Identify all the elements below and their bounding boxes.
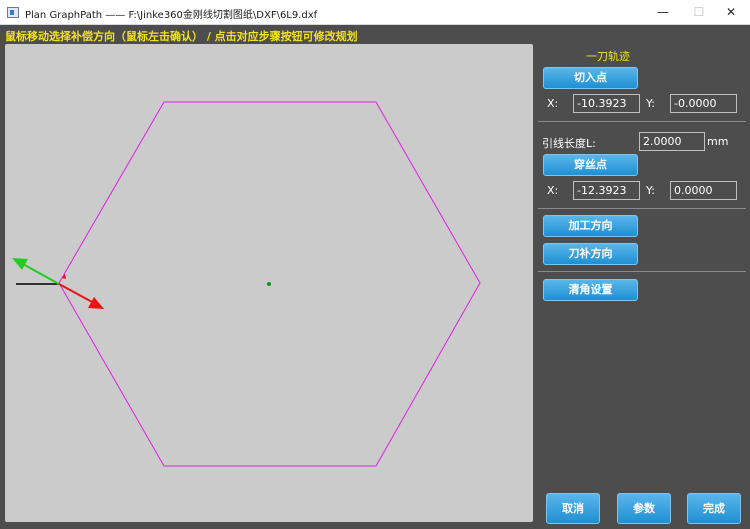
title-bar: Plan GraphPath —— F:\Jinke360金刚线切割图纸\DXF… (0, 0, 750, 25)
cut-in-x-label: X: (547, 97, 559, 110)
thread-y-label: Y: (646, 184, 655, 197)
direction-arrow-red-icon (58, 283, 104, 309)
maximize-button[interactable]: ☐ (684, 0, 714, 25)
window-title: Plan GraphPath —— F:\Jinke360金刚线切割图纸\DXF… (25, 10, 318, 21)
cut-in-x-field[interactable]: -10.3923 (573, 94, 640, 113)
app-icon (7, 7, 19, 18)
instruction-hint: 鼠标移动选择补偿方向（鼠标左击确认） / 点击对应步骤按钮可修改规划 (5, 30, 358, 43)
right-panel: 一刀轨迹 切入点 X: -10.3923 Y: -0.0000 引线长度L: 2… (538, 44, 750, 529)
divider (538, 121, 746, 122)
cancel-button[interactable]: 取消 (546, 493, 600, 524)
divider (538, 208, 746, 209)
thread-point-button[interactable]: 穿丝点 (543, 154, 638, 176)
cut-in-y-label: Y: (646, 97, 655, 110)
divider (538, 271, 746, 272)
compensation-arrow-green-icon (12, 258, 60, 285)
finish-button[interactable]: 完成 (687, 493, 741, 524)
lead-length-label: 引线长度L: (542, 137, 596, 150)
lead-length-field[interactable]: 2.0000 (639, 132, 705, 151)
cut-in-y-field[interactable]: -0.0000 (670, 94, 737, 113)
minimize-button[interactable]: — (648, 0, 678, 25)
center-point (267, 282, 271, 286)
drawing-svg (12, 101, 481, 467)
cut-in-point-button[interactable]: 切入点 (543, 67, 638, 89)
section-title: 一刀轨迹 (586, 50, 630, 63)
thread-y-field[interactable]: 0.0000 (670, 181, 737, 200)
thread-x-label: X: (547, 184, 559, 197)
thread-x-field[interactable]: -12.3923 (573, 181, 640, 200)
lead-length-unit: mm (707, 135, 729, 148)
drawing-canvas[interactable] (5, 44, 533, 522)
tool-compensation-button[interactable]: 刀补方向 (543, 243, 638, 265)
parameters-button[interactable]: 参数 (617, 493, 671, 524)
machining-direction-button[interactable]: 加工方向 (543, 215, 638, 237)
corner-cleaning-button[interactable]: 清角设置 (543, 279, 638, 301)
close-button[interactable]: ✕ (716, 0, 746, 25)
